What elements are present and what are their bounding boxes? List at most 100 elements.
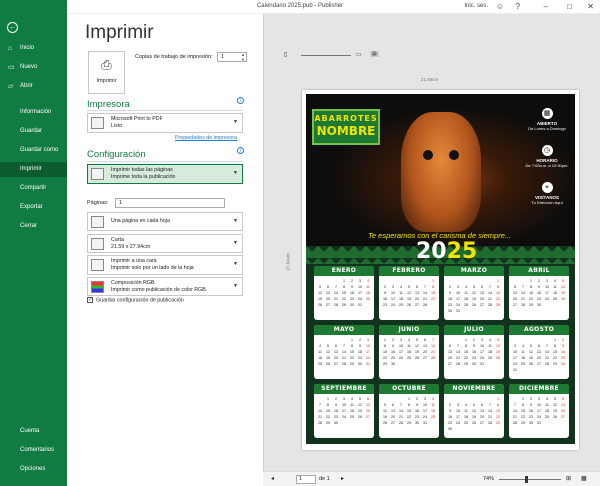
month-days: 1 2 3 4 5 6 7 8 9 10 11 12 13 14 15 16 17 18 19 20 21 22 23 24 2… (513, 279, 565, 307)
zoom-level: 74% (483, 476, 495, 482)
chevron-down-icon: ▼ (233, 119, 238, 125)
sign-in-link[interactable]: Inic. ses. (464, 3, 488, 9)
nav-home[interactable]: ⌂ Inicio (0, 41, 67, 56)
page-icon[interactable]: ▯ (284, 51, 287, 58)
month-days: 1 2 3 4 5 6 7 8 9 10 11 12 13 14 15 16 17 18 19 20 21 22 23 24 2… (383, 397, 435, 425)
pages-per-sheet-select[interactable]: Una página en cada hoja ▼ (87, 212, 243, 231)
window-title: Calendario 2025.pub - Publisher (256, 3, 344, 9)
month-days: 1 2 3 4 5 6 7 8 9 10 11 12 13 14 15 16 17 18 19 20 21 22 23 24 2… (448, 397, 500, 431)
title-bar: Calendario 2025.pub - Publisher Inic. se… (0, 0, 600, 14)
print-preview: ▯ ▭ ▤ 21.59cm 27.94cm ABARROTES NOMBRE ▦… (263, 14, 600, 486)
checkmark-icon: ✓ (87, 297, 93, 303)
collab-icon[interactable]: ☺ (496, 2, 504, 12)
month-days: 1 2 3 4 5 6 7 8 9 10 11 12 13 14 15 16 17 18 19 20 21 22 23 24 2… (448, 279, 500, 313)
year: 2025 (416, 239, 478, 264)
fit-page-icon[interactable]: ⊞ (566, 475, 571, 482)
multi-page-icon[interactable]: ▤ (370, 51, 379, 57)
month-name: JUNIO (379, 325, 439, 335)
nav-save-as[interactable]: Guardar como (0, 143, 67, 158)
zoom-slider-thumb[interactable] (525, 476, 528, 483)
multi-page-view-icon[interactable]: ▦ (581, 475, 587, 482)
next-page-icon[interactable]: ▸ (341, 475, 344, 482)
color-select[interactable]: Composición RGB Imprimir como publicación… (87, 277, 243, 296)
nav-print[interactable]: Imprimir (0, 162, 67, 177)
squirrel-image (401, 112, 481, 232)
chevron-down-icon: ▼ (233, 240, 238, 246)
store-logo: ABARROTES NOMBRE (312, 109, 380, 145)
print-range-select[interactable]: Imprimir todas las páginas Imprime toda l… (87, 164, 243, 184)
info-icon[interactable]: i (237, 97, 244, 104)
month-card: JULIO 1 2 3 4 5 6 7 8 9 10 11 12 13 14 15 16 17 18 19 20 21 22… (444, 325, 504, 379)
rgb-icon (91, 281, 104, 293)
month-days: 1 2 3 4 5 6 7 8 9 10 11 12 13 14 15 16 17 18 19 20 21 22 23 24 2… (318, 279, 370, 307)
zoom-slider[interactable] (301, 55, 351, 56)
month-name: MAYO (314, 325, 374, 335)
home-icon: ⌂ (8, 45, 13, 52)
page-layout-icon (91, 216, 104, 228)
page-number-input[interactable]: 1 (296, 475, 316, 484)
month-name: NOVIEMBRE (444, 384, 504, 394)
duplex-select[interactable]: Imprimir a una cara Imprimir solo por un … (87, 255, 243, 275)
view-icon[interactable]: ▭ (356, 51, 362, 58)
nav-share[interactable]: Compartir (0, 181, 67, 196)
month-card: FEBRERO 1 2 3 4 5 6 7 8 9 10 11 12 13 14 15 16 17 18 19 20 21… (379, 266, 439, 320)
pages-label: Páginas: (87, 200, 109, 206)
pages-icon (91, 168, 104, 180)
save-config-checkbox[interactable]: ✓ Guardar configuración de publicación (87, 297, 184, 303)
nav-close[interactable]: Cerrar (0, 219, 67, 234)
info-icon[interactable]: i (237, 147, 244, 154)
maximize-icon[interactable]: □ (567, 2, 572, 12)
month-days: 1 2 3 4 5 6 7 8 9 10 11 12 13 14 15 16 17 18 19 20 21 22 23 24 2… (383, 279, 435, 307)
month-card: MAYO 1 2 3 4 5 6 7 8 9 10 11 12 13 14 15 16 17 18 19 20 21 22 2… (314, 325, 374, 379)
month-days: 1 2 3 4 5 6 7 8 9 10 11 12 13 14 15 16 17 18 19 20 21 22 23 24 2… (318, 397, 370, 425)
minimize-icon[interactable]: – (544, 2, 548, 12)
printer-status-icon (91, 117, 104, 129)
nav-export[interactable]: Exportar (0, 200, 67, 215)
paper-icon (91, 238, 104, 250)
vertical-ruler: 27.94cm (285, 253, 291, 271)
close-icon[interactable]: ✕ (587, 2, 594, 12)
location-icon: ⌖ (541, 182, 553, 193)
chevron-down-icon: ▼ (233, 283, 238, 289)
nav-account[interactable]: Cuenta (0, 424, 67, 439)
nav-options[interactable]: Opciones (0, 462, 67, 477)
nav-info[interactable]: Información (0, 105, 67, 120)
back-arrow-icon[interactable]: ← (7, 22, 18, 33)
nav-open[interactable]: ▱ Abrir (0, 79, 67, 94)
month-grid: ENERO 1 2 3 4 5 6 7 8 9 10 11 12 13 14 15 16 17 18 19 20 21 22… (314, 266, 569, 438)
printer-select[interactable]: Microsoft Print to PDF Listo ▼ (87, 113, 243, 133)
spinner-icon[interactable]: ▲ ▼ (241, 52, 245, 62)
chevron-down-icon: ▼ (233, 170, 238, 176)
month-name: AGOSTO (509, 325, 569, 335)
month-card: OCTUBRE 1 2 3 4 5 6 7 8 9 10 11 12 13 14 15 16 17 18 19 20 21… (379, 384, 439, 438)
horizontal-ruler: 21.59cm (420, 77, 439, 82)
print-panel: Imprimir ⎙ Imprimir Copias de trabajo de… (67, 14, 263, 486)
help-icon[interactable]: ? (516, 2, 520, 12)
printer-heading: Impresora (87, 99, 130, 110)
month-card: JUNIO 1 2 3 4 5 6 7 8 9 10 11 12 13 14 15 16 17 18 19 20 21 22… (379, 325, 439, 379)
month-name: ABRIL (509, 266, 569, 276)
month-name: DICIEMBRE (509, 384, 569, 394)
backstage-sidebar: ← ⌂ Inicio ▭ Nuevo ▱ Abrir Información Guar… (0, 0, 67, 486)
copies-label: Copias de trabajo de impresión: (135, 54, 213, 60)
nav-feedback[interactable]: Comentarios (0, 443, 67, 458)
month-card: ENERO 1 2 3 4 5 6 7 8 9 10 11 12 13 14 15 16 17 18 19 20 21 22… (314, 266, 374, 320)
pages-input[interactable]: 1 (115, 198, 225, 208)
nav-save[interactable]: Guardar (0, 124, 67, 139)
prev-page-icon[interactable]: ◂ (271, 475, 274, 482)
clock-icon: ◷ (541, 145, 553, 156)
copies-input[interactable]: 1 ▲ ▼ (217, 52, 247, 62)
zoom-slider-track[interactable] (499, 479, 561, 480)
store-info: ▦ ABIERTO De Lunes a Domingo ◷ HORARIO D… (525, 108, 569, 205)
month-card: SEPTIEMBRE 1 2 3 4 5 6 7 8 9 10 11 12 13 14 15 16 17 18 19 2… (314, 384, 374, 438)
chevron-down-icon: ▼ (233, 218, 238, 224)
month-name: MARZO (444, 266, 504, 276)
print-button[interactable]: ⎙ Imprimir (88, 51, 125, 94)
month-card: MARZO 1 2 3 4 5 6 7 8 9 10 11 12 13 14 15 16 17 18 19 20 21 22… (444, 266, 504, 320)
paper-size-select[interactable]: Carta 21.59 x 27.94cm ▼ (87, 234, 243, 253)
divider (87, 161, 243, 162)
nav-new[interactable]: ▭ Nuevo (0, 60, 67, 75)
page-title: Imprimir (85, 22, 154, 43)
printer-properties-link[interactable]: Propiedades de impresora (175, 135, 237, 141)
month-card: ABRIL 1 2 3 4 5 6 7 8 9 10 11 12 13 14 15 16 17 18 19 20 21 22… (509, 266, 569, 320)
